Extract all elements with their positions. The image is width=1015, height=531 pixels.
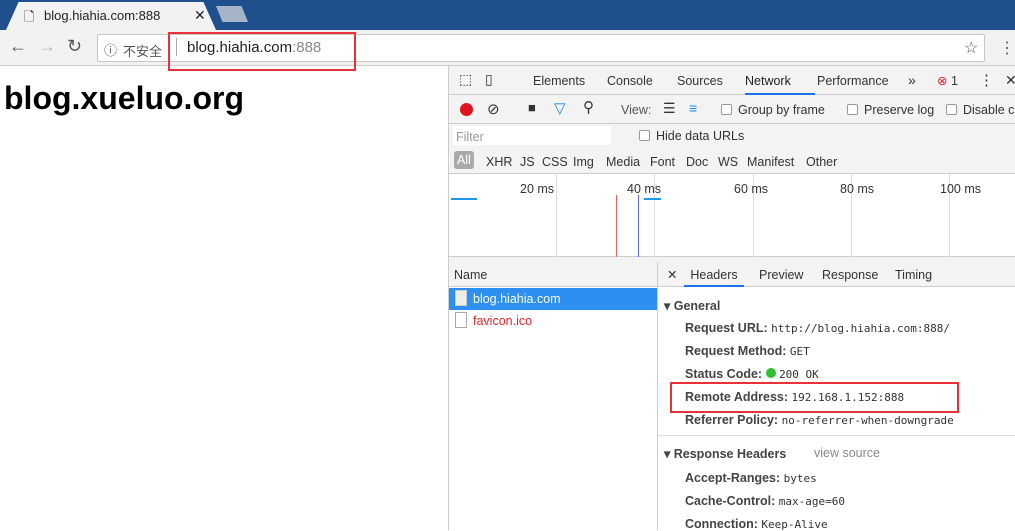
hide-data-urls-checkbox[interactable]: Hide data URLs — [639, 129, 744, 143]
search-icon[interactable]: ⚲ — [583, 98, 594, 116]
request-list: Name blog.hiahia.com favicon.ico — [449, 262, 658, 530]
tab-headers[interactable]: Headers — [684, 268, 744, 287]
tick-label: 100 ms — [940, 182, 981, 196]
devtools-tabbar: ⬚ ▯ Elements Console Sources Network Per… — [449, 66, 1015, 95]
more-tabs-button[interactable]: » — [908, 72, 916, 88]
close-devtools-icon[interactable]: ✕ — [1005, 72, 1015, 89]
inspect-icon[interactable]: ⬚ — [459, 71, 472, 88]
tab-response[interactable]: Response — [822, 268, 878, 282]
back-icon[interactable]: ← — [9, 36, 27, 57]
page-heading: blog.xueluo.org — [4, 80, 244, 116]
domcontentloaded-line — [638, 195, 639, 257]
tab-performance[interactable]: Performance — [817, 74, 889, 88]
tab-elements[interactable]: Elements — [533, 74, 585, 88]
general-section-toggle[interactable]: ▾ General — [664, 298, 720, 313]
tick-label: 20 ms — [520, 182, 555, 196]
browser-tab[interactable]: 🗋 blog.hiahia.com:888 ✕ — [6, 2, 216, 30]
type-other[interactable]: Other — [806, 155, 837, 169]
disable-cache-checkbox[interactable]: Disable c — [946, 103, 1014, 117]
view-source-link[interactable]: view source — [814, 446, 880, 460]
preserve-log-checkbox[interactable]: Preserve log — [847, 103, 934, 117]
menu-icon[interactable]: ⋮ — [999, 38, 1015, 58]
filter-icon[interactable]: ▽ — [554, 99, 566, 117]
list-view-icon[interactable]: ☰ — [663, 100, 676, 117]
load-event-line — [616, 195, 617, 257]
security-label: 不安全 — [123, 44, 163, 59]
tick-label: 60 ms — [734, 182, 769, 196]
tab-title: blog.hiahia.com:888 — [44, 8, 161, 23]
page-icon: 🗋 — [24, 9, 35, 24]
tab-network[interactable]: Network — [745, 74, 815, 95]
request-bar — [644, 198, 661, 200]
clear-icon[interactable]: ⊘ — [487, 100, 500, 118]
network-toolbar: ⊘ ■ ▽ ⚲ View: ☰ ≡ Group by frame Preserv… — [449, 95, 1015, 124]
request-row[interactable]: favicon.ico — [449, 310, 657, 332]
filter-input[interactable]: Filter — [453, 126, 611, 145]
type-font[interactable]: Font — [650, 155, 675, 169]
info-icon[interactable]: ⓘ — [104, 40, 117, 59]
device-toolbar-icon[interactable]: ▯ — [485, 71, 493, 88]
type-js[interactable]: JS — [520, 155, 535, 169]
type-filter-bar: All XHR JS CSS Img Media Font Doc WS Man… — [449, 148, 1015, 174]
error-count[interactable]: 1 — [951, 74, 958, 88]
response-headers-toggle[interactable]: ▾ Response Headers — [664, 446, 786, 461]
tick-label: 40 ms — [627, 182, 662, 196]
forward-icon[interactable]: → — [38, 36, 56, 57]
close-details-icon[interactable]: ✕ — [667, 267, 677, 282]
type-img[interactable]: Img — [573, 155, 594, 169]
tick-label: 80 ms — [840, 182, 875, 196]
screenshot-camera-icon[interactable]: ■ — [528, 100, 536, 115]
view-label: View: — [621, 103, 652, 117]
timeline-overview[interactable]: 20 ms 40 ms 60 ms 80 ms 100 ms — [449, 174, 1015, 257]
request-bar — [451, 198, 477, 200]
reload-icon[interactable]: ↻ — [67, 36, 82, 57]
request-row[interactable]: blog.hiahia.com — [449, 288, 657, 310]
tab-timing[interactable]: Timing — [895, 268, 932, 282]
tab-sources[interactable]: Sources — [677, 74, 723, 88]
name-column-header[interactable]: Name — [454, 268, 487, 282]
tab-preview[interactable]: Preview — [759, 268, 803, 282]
type-doc[interactable]: Doc — [686, 155, 708, 169]
type-ws[interactable]: WS — [718, 155, 738, 169]
devtools-menu-icon[interactable]: ⋮ — [979, 71, 994, 89]
type-css[interactable]: CSS — [542, 155, 568, 169]
record-icon[interactable] — [460, 103, 473, 116]
type-media[interactable]: Media — [606, 155, 640, 169]
group-by-frame-checkbox[interactable]: Group by frame — [721, 103, 825, 117]
highlight-box — [670, 382, 959, 413]
bookmark-star-icon[interactable]: ☆ — [964, 38, 978, 58]
waterfall-view-icon[interactable]: ≡ — [689, 100, 697, 116]
devtools-panel: ⬚ ▯ Elements Console Sources Network Per… — [448, 66, 1015, 531]
tab-console[interactable]: Console — [607, 74, 653, 88]
type-all[interactable]: All — [454, 151, 474, 169]
page-content: blog.xueluo.org — [4, 80, 244, 117]
highlight-box — [168, 32, 356, 71]
type-xhr[interactable]: XHR — [486, 155, 512, 169]
error-icon[interactable]: ⊗ — [937, 73, 947, 88]
close-tab-icon[interactable]: ✕ — [194, 7, 206, 24]
type-manifest[interactable]: Manifest — [747, 155, 794, 169]
status-ok-icon — [765, 368, 776, 378]
